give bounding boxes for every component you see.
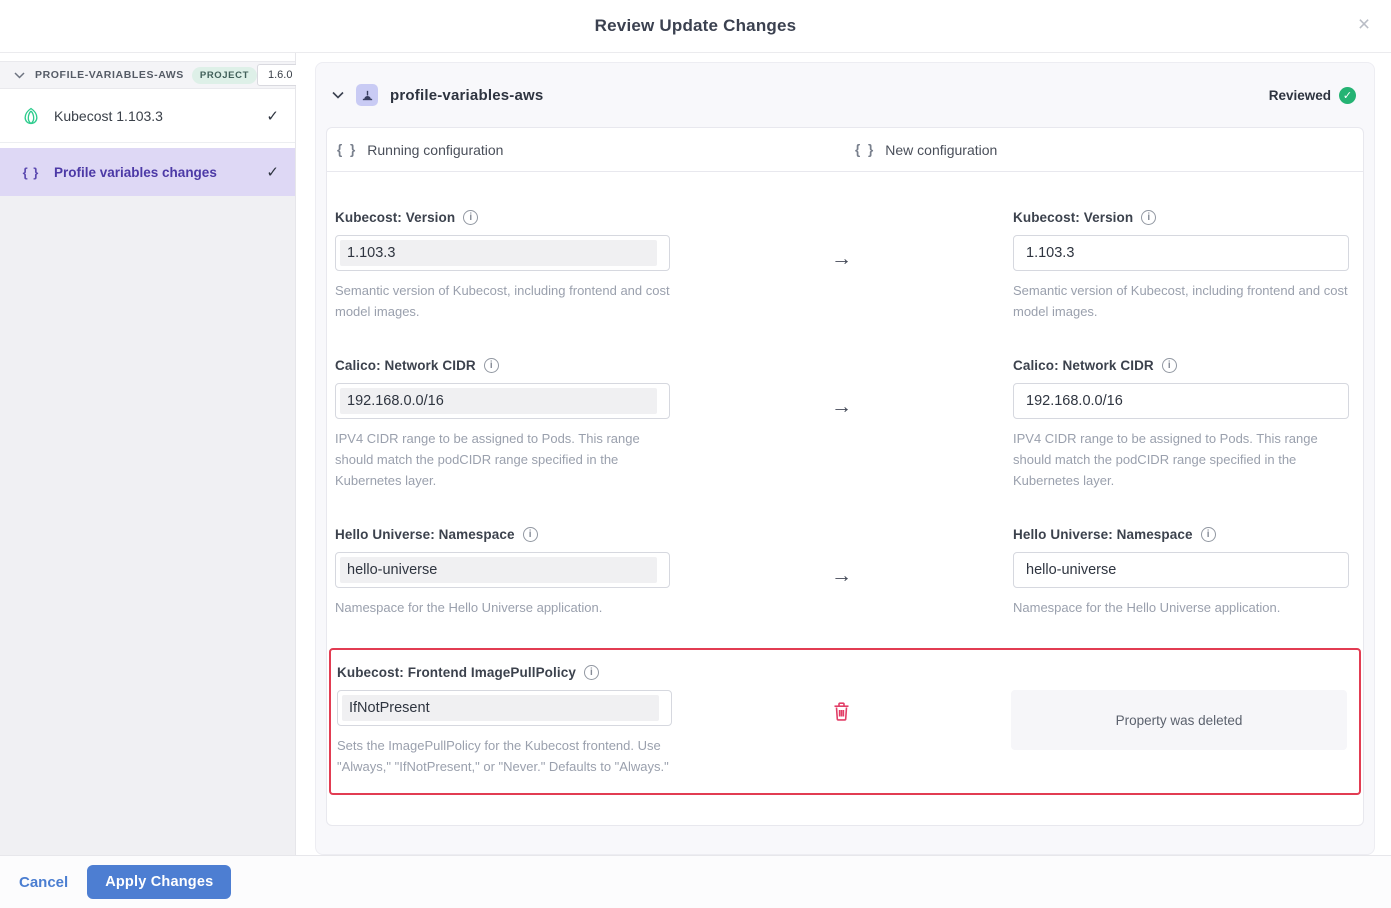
field-row-hello-universe-namespace: Hello Universe: Namespace i hello-univer…: [327, 524, 1363, 618]
running-value: IfNotPresent: [342, 695, 659, 721]
new-value-input[interactable]: hello-universe: [1013, 552, 1349, 588]
review-update-changes-dialog: Review Update Changes × PROFILE-VARIABLE…: [0, 0, 1391, 908]
close-icon[interactable]: ×: [1352, 14, 1376, 38]
field-row-kubecost-imagepullpolicy: Kubecost: Frontend ImagePullPolicy i IfN…: [337, 662, 1347, 777]
running-value: hello-universe: [340, 557, 657, 583]
sidebar-item-label: Kubecost 1.103.3: [54, 108, 163, 124]
field-description: Semantic version of Kubecost, including …: [1013, 280, 1349, 322]
field-label: Hello Universe: Namespace: [335, 527, 515, 542]
braces-icon: { }: [20, 165, 42, 180]
field-description: IPV4 CIDR range to be assigned to Pods. …: [335, 428, 670, 491]
check-icon: ✓: [266, 163, 279, 181]
running-value: 1.103.3: [340, 240, 657, 266]
info-icon[interactable]: i: [1201, 527, 1216, 542]
chevron-down-icon[interactable]: [332, 91, 344, 99]
diff-columns-header: { } Running configuration { } New config…: [327, 128, 1363, 172]
field-label: Calico: Network CIDR: [335, 358, 476, 373]
field-label: Hello Universe: Namespace: [1013, 527, 1193, 542]
reviewed-check-icon: ✓: [1339, 87, 1356, 104]
deleted-property-highlight: Kubecost: Frontend ImagePullPolicy i IfN…: [329, 648, 1361, 795]
review-status: Reviewed ✓: [1269, 87, 1356, 104]
reviewed-label: Reviewed: [1269, 88, 1331, 103]
field-label: Kubecost: Version: [335, 210, 455, 225]
running-configuration-label: Running configuration: [367, 142, 503, 158]
new-value-input[interactable]: 192.168.0.0/16: [1013, 383, 1349, 419]
new-value: 192.168.0.0/16: [1026, 393, 1123, 409]
main-panel: profile-variables-aws Reviewed ✓ { } Run…: [296, 53, 1391, 855]
info-icon[interactable]: i: [523, 527, 538, 542]
apply-changes-button[interactable]: Apply Changes: [87, 865, 231, 899]
running-value-input[interactable]: 192.168.0.0/16: [335, 383, 670, 419]
info-icon[interactable]: i: [1162, 358, 1177, 373]
info-icon[interactable]: i: [463, 210, 478, 225]
helm-pack-icon: [20, 106, 42, 126]
sidebar-item-profile-variables[interactable]: { } Profile variables changes ✓: [0, 148, 295, 196]
profile-name-label: PROFILE-VARIABLES-AWS: [35, 69, 184, 81]
field-label: Calico: Network CIDR: [1013, 358, 1154, 373]
new-configuration-label: New configuration: [885, 142, 997, 158]
braces-icon: { }: [855, 142, 875, 157]
dialog-footer: Cancel Apply Changes: [0, 855, 1391, 908]
new-configuration-header: { } New configuration: [845, 128, 1363, 171]
sidebar-profile-header[interactable]: PROFILE-VARIABLES-AWS PROJECT 1.6.0: [0, 61, 295, 89]
profile-type-icon: [356, 84, 378, 106]
chevron-down-icon[interactable]: [14, 72, 25, 79]
accordion-header[interactable]: profile-variables-aws Reviewed ✓: [316, 63, 1374, 127]
sidebar-item-label: Profile variables changes: [54, 165, 217, 180]
sidebar: PROFILE-VARIABLES-AWS PROJECT 1.6.0 Kube…: [0, 53, 296, 855]
field-description: IPV4 CIDR range to be assigned to Pods. …: [1013, 428, 1349, 491]
field-description: Namespace for the Hello Universe applica…: [1013, 597, 1349, 618]
property-deleted-message: Property was deleted: [1011, 690, 1347, 750]
running-configuration-header: { } Running configuration: [327, 128, 845, 171]
arrow-right-icon: →: [831, 395, 852, 418]
new-value-input[interactable]: 1.103.3: [1013, 235, 1349, 271]
field-label: Kubecost: Frontend ImagePullPolicy: [337, 665, 576, 680]
info-icon[interactable]: i: [484, 358, 499, 373]
profile-accordion: profile-variables-aws Reviewed ✓ { } Run…: [315, 62, 1375, 855]
braces-icon: { }: [337, 142, 357, 157]
check-icon: ✓: [266, 107, 279, 125]
field-description: Semantic version of Kubecost, including …: [335, 280, 670, 322]
sidebar-filler: [0, 196, 295, 855]
field-row-calico-cidr: Calico: Network CIDR i 192.168.0.0/16 IP…: [327, 355, 1363, 491]
project-scope-badge: PROJECT: [192, 67, 257, 84]
dialog-title: Review Update Changes: [595, 16, 797, 36]
dialog-header: Review Update Changes ×: [0, 0, 1391, 53]
configuration-diff-card: { } Running configuration { } New config…: [326, 127, 1364, 826]
info-icon[interactable]: i: [1141, 210, 1156, 225]
info-icon[interactable]: i: [584, 665, 599, 680]
profile-title: profile-variables-aws: [390, 87, 543, 104]
trash-icon: [833, 702, 850, 721]
field-description: Sets the ImagePullPolicy for the Kubecos…: [337, 735, 672, 777]
running-value-input[interactable]: IfNotPresent: [337, 690, 672, 726]
field-row-kubecost-version: Kubecost: Version i 1.103.3 Semantic ver…: [327, 207, 1363, 322]
running-value-input[interactable]: 1.103.3: [335, 235, 670, 271]
arrow-right-icon: →: [831, 564, 852, 587]
running-value: 192.168.0.0/16: [340, 388, 657, 414]
new-value: 1.103.3: [1026, 245, 1074, 261]
running-value-input[interactable]: hello-universe: [335, 552, 670, 588]
cancel-button[interactable]: Cancel: [19, 874, 68, 891]
new-value: hello-universe: [1026, 562, 1116, 578]
field-description: Namespace for the Hello Universe applica…: [335, 597, 670, 618]
diff-rows: Kubecost: Version i 1.103.3 Semantic ver…: [327, 172, 1363, 795]
field-label: Kubecost: Version: [1013, 210, 1133, 225]
arrow-right-icon: →: [831, 247, 852, 270]
sidebar-item-kubecost[interactable]: Kubecost 1.103.3 ✓: [0, 89, 295, 143]
dialog-body: PROFILE-VARIABLES-AWS PROJECT 1.6.0 Kube…: [0, 53, 1391, 855]
